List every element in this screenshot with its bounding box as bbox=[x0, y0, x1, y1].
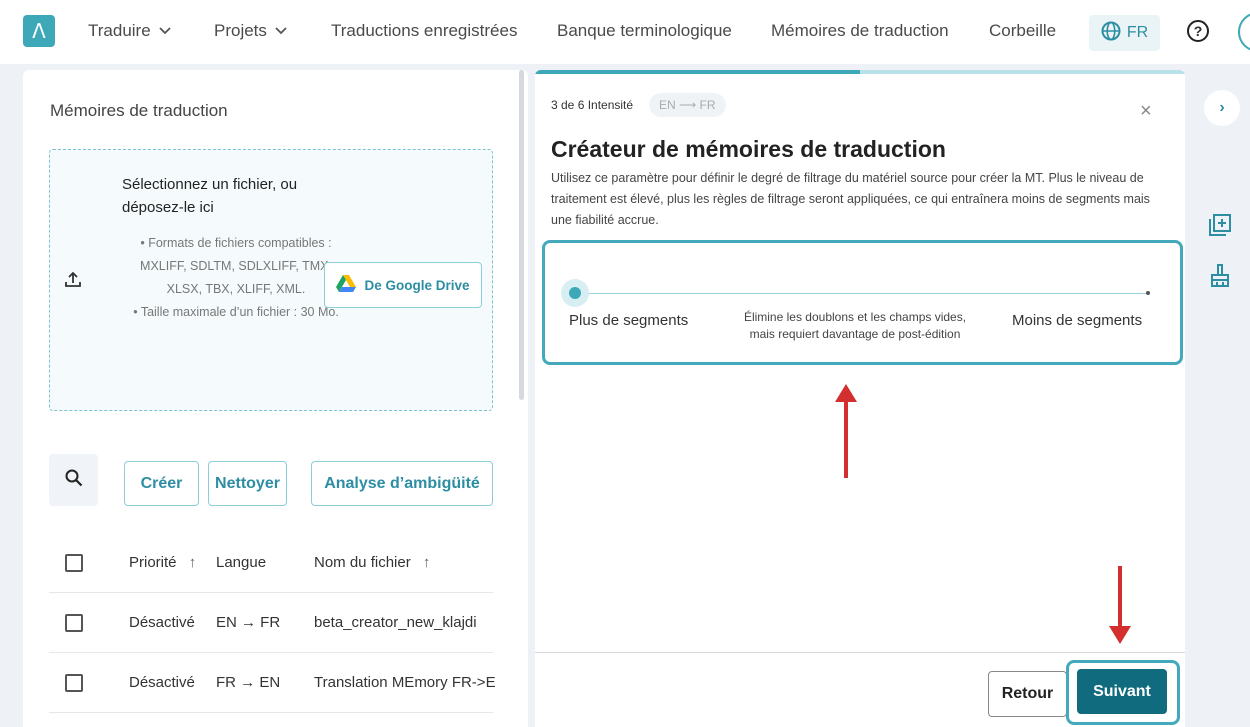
step-indicator: 3 de 6 Intensité bbox=[551, 98, 634, 112]
slider-max-label: Moins de segments bbox=[1012, 312, 1143, 329]
select-all-checkbox[interactable] bbox=[65, 553, 83, 572]
row-priority: Désactivé bbox=[129, 674, 195, 691]
annotation-arrow-up-shaft bbox=[844, 400, 848, 478]
table-row[interactable]: Désactivé EN → FR beta_creator_new_klajd… bbox=[49, 593, 493, 653]
google-drive-label: De Google Drive bbox=[364, 277, 470, 293]
footer-divider bbox=[535, 652, 1185, 653]
row-checkbox[interactable] bbox=[65, 613, 83, 632]
slider-thumb[interactable] bbox=[569, 287, 581, 299]
filename-header-label: Nom du fichier bbox=[314, 554, 411, 571]
wizard-description: Utilisez ce paramètre pour définir le de… bbox=[551, 171, 1150, 227]
row-filename: Translation MEmory FR->E bbox=[314, 674, 496, 691]
slider-track[interactable] bbox=[575, 293, 1148, 294]
priority-column-header[interactable]: Priorité ↑ bbox=[129, 554, 196, 571]
close-icon[interactable]: × bbox=[1140, 100, 1152, 123]
language-column-header: Langue bbox=[216, 554, 267, 571]
help-icon[interactable]: ? bbox=[1187, 20, 1209, 42]
left-panel-scrollbar[interactable] bbox=[519, 70, 524, 400]
google-drive-button[interactable]: De Google Drive bbox=[324, 262, 482, 308]
google-drive-icon bbox=[336, 274, 357, 296]
annotation-arrow-down-head bbox=[1109, 626, 1131, 644]
nav-projets[interactable]: Projets bbox=[214, 21, 287, 41]
row-language: EN → FR bbox=[216, 614, 281, 631]
table-row[interactable]: Désactivé FR → EN Translation MEmory FR-… bbox=[49, 653, 496, 713]
avatar[interactable] bbox=[1238, 12, 1250, 52]
table-header: Priorité ↑ Langue Nom du fichier ↑ bbox=[49, 533, 493, 593]
nav-traduire-label: Traduire bbox=[88, 21, 151, 40]
filename-column-header[interactable]: Nom du fichier ↑ bbox=[314, 554, 430, 571]
wizard-title: Créateur de mémoires de traduction bbox=[551, 136, 946, 162]
row-checkbox[interactable] bbox=[65, 673, 83, 692]
slider-min-label: Plus de segments bbox=[569, 312, 689, 329]
tm-creator-wizard: 3 de 6 Intensité EN ⟶ FR × Créateur de m… bbox=[535, 70, 1185, 727]
top-nav: Λ Traduire Projets Traductions enregistr… bbox=[0, 0, 1250, 64]
annotation-arrow-down-shaft bbox=[1118, 566, 1122, 628]
right-rail: › bbox=[1195, 64, 1250, 727]
nav-projets-label: Projets bbox=[214, 21, 267, 40]
translation-memories-panel: Mémoires de traduction Sélectionnez un f… bbox=[23, 70, 528, 727]
slider-end-marker bbox=[1146, 291, 1150, 295]
clean-button[interactable]: Nettoyer bbox=[208, 461, 287, 506]
intensity-slider-panel: Plus de segments Élimine les doublons et… bbox=[542, 240, 1183, 365]
dropzone-info: • Formats de fichiers compatibles : MXLI… bbox=[126, 232, 346, 324]
chevron-down-icon bbox=[159, 24, 171, 38]
supported-formats-value: Formats de fichiers compatibles : MXLIFF… bbox=[140, 236, 332, 296]
supported-formats-text: • Formats de fichiers compatibles : MXLI… bbox=[140, 236, 332, 296]
search-button[interactable] bbox=[49, 454, 98, 506]
priority-header-label: Priorité bbox=[129, 554, 177, 571]
row-language: FR → EN bbox=[216, 674, 281, 691]
back-button[interactable]: Retour bbox=[988, 671, 1067, 717]
slider-mid-label: Élimine les doublons et les champs vides… bbox=[743, 310, 967, 341]
panel-title: Mémoires de traduction bbox=[50, 101, 228, 120]
nav-traductions-enregistrees[interactable]: Traductions enregistrées bbox=[331, 21, 517, 41]
max-size-text: • Taille maximale d’un fichier : 30 Mo. bbox=[133, 305, 339, 319]
globe-icon bbox=[1101, 21, 1121, 46]
row-priority: Désactivé bbox=[129, 614, 195, 631]
max-size-value: Taille maximale d’un fichier : 30 Mo. bbox=[140, 305, 339, 319]
sort-asc-icon: ↑ bbox=[422, 554, 431, 571]
ambiguity-analysis-button[interactable]: Analyse d’ambigüité bbox=[311, 461, 493, 506]
nav-corbeille[interactable]: Corbeille bbox=[989, 21, 1056, 41]
language-label: FR bbox=[1126, 24, 1149, 41]
add-box-icon[interactable] bbox=[1209, 214, 1231, 241]
app-logo[interactable]: Λ bbox=[23, 15, 55, 47]
language-button[interactable]: FR bbox=[1089, 15, 1160, 51]
broom-icon[interactable] bbox=[1209, 264, 1231, 293]
language-pair-badge: EN ⟶ FR bbox=[649, 93, 726, 117]
file-dropzone[interactable]: Sélectionnez un fichier, ou déposez-le i… bbox=[49, 149, 493, 411]
next-button[interactable]: Suivant bbox=[1077, 669, 1167, 714]
search-icon bbox=[65, 469, 83, 492]
wizard-progress-bar bbox=[535, 70, 860, 74]
row-filename: beta_creator_new_klajdi bbox=[314, 614, 477, 631]
nav-traduire[interactable]: Traduire bbox=[88, 21, 171, 41]
chevron-down-icon bbox=[275, 24, 287, 38]
upload-icon bbox=[64, 270, 82, 294]
dropzone-title: Sélectionnez un fichier, ou déposez-le i… bbox=[122, 176, 298, 216]
sort-asc-icon: ↑ bbox=[188, 554, 197, 571]
nav-memoires-de-traduction[interactable]: Mémoires de traduction bbox=[771, 21, 949, 41]
create-button[interactable]: Créer bbox=[124, 461, 199, 506]
nav-banque-terminologique[interactable]: Banque terminologique bbox=[557, 21, 732, 41]
chevron-right-icon[interactable]: › bbox=[1204, 90, 1240, 126]
